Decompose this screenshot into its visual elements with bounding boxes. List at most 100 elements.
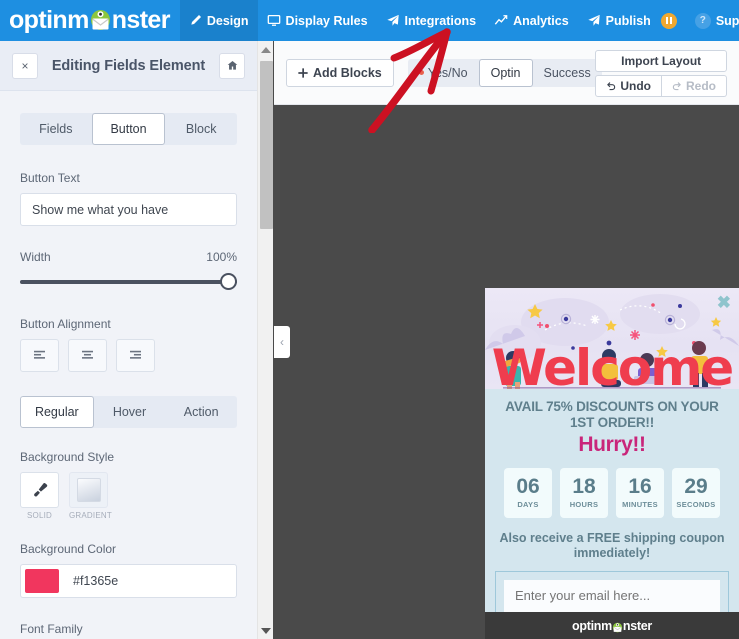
countdown-days-value: 06	[516, 475, 540, 499]
button-text-label: Button Text	[20, 171, 80, 185]
countdown-days-label: DAYS	[517, 500, 539, 510]
scrollbar-thumb[interactable]	[260, 61, 273, 229]
countdown-unit-hours: 18 HOURS	[560, 467, 608, 518]
tab-hover[interactable]: Hover	[94, 396, 166, 428]
nav-label-design: Design	[206, 13, 249, 28]
tab-success-label: Success	[543, 65, 591, 80]
sidebar-scrollbar[interactable]	[257, 41, 273, 639]
tab-regular[interactable]: Regular	[20, 396, 94, 428]
button-text-input[interactable]	[20, 193, 237, 226]
countdown-seconds-label: SECONDS	[676, 500, 716, 510]
plus-icon	[298, 67, 308, 78]
slider-track	[20, 280, 237, 284]
scroll-up-arrow-icon[interactable]	[258, 41, 274, 58]
background-color-field[interactable]: #f1365e	[20, 564, 237, 598]
slider-handle[interactable]	[220, 273, 237, 290]
monster-mascot-icon	[89, 9, 112, 32]
nav-item-support[interactable]: ? Support	[686, 0, 739, 41]
nav-label-display-rules: Display Rules	[285, 13, 368, 28]
sidebar-body: Fields Button Block Button Text Width 10…	[0, 91, 257, 636]
rocket-icon	[587, 14, 601, 27]
gradient-swatch-icon	[69, 472, 108, 508]
close-panel-button[interactable]: ×	[12, 52, 38, 79]
color-swatch[interactable]	[25, 569, 59, 593]
brand-text-prefix: optinm	[9, 6, 89, 34]
countdown-seconds-value: 29	[684, 475, 708, 499]
view-tab-group: Yes/No Optin Success	[407, 58, 602, 87]
nav-item-display-rules[interactable]: Display Rules	[258, 0, 377, 41]
editor-sidebar: × Editing Fields Element Fields Button B…	[0, 41, 257, 639]
popup-banner-image: Welcome ✖	[485, 288, 739, 389]
monitor-icon	[267, 14, 281, 27]
nav-item-publish[interactable]: Publish	[578, 0, 686, 41]
background-style-gradient-caption: GRADIENT	[69, 511, 112, 520]
app-root: optinm nster Design Display Rules Integr…	[0, 0, 739, 639]
tab-yes-no[interactable]: Yes/No	[408, 59, 479, 87]
tab-optin[interactable]: Optin	[478, 58, 533, 87]
page-title: Editing Fields Element	[51, 57, 206, 74]
nav-item-design[interactable]: Design	[179, 0, 258, 41]
optinmonster-logo[interactable]: optinm nster	[0, 0, 180, 41]
footer-brand-prefix: optinm	[572, 618, 612, 633]
width-value: 100%	[206, 250, 237, 264]
nav-label-integrations: Integrations	[404, 13, 477, 28]
button-alignment-group	[20, 339, 237, 372]
popup-preview[interactable]: Welcome ✖ AVAIL 75% DISCOUNTS ON YOUR 1S…	[485, 288, 739, 639]
add-blocks-button[interactable]: Add Blocks	[286, 58, 394, 87]
width-slider[interactable]	[20, 273, 237, 291]
toolbar-right-group: Import Layout Undo Redo	[595, 50, 727, 97]
undo-redo-group: Undo Redo	[595, 75, 727, 97]
monster-mascot-icon	[612, 620, 623, 633]
tab-fields[interactable]: Fields	[20, 113, 92, 145]
chevron-left-icon[interactable]: ‹	[274, 326, 290, 358]
home-icon[interactable]	[219, 52, 245, 79]
countdown-minutes-label: MINUTES	[622, 500, 658, 510]
popup-footer: optinm nster	[485, 612, 739, 639]
width-label: Width	[20, 250, 51, 264]
popup-subline: Also receive a FREE shipping coupon imme…	[499, 530, 725, 560]
popup-headline: AVAIL 75% DISCOUNTS ON YOUR 1ST ORDER!!	[505, 399, 719, 430]
align-right-icon[interactable]	[116, 339, 155, 372]
background-color-label: Background Color	[20, 542, 117, 556]
paper-plane-icon	[386, 14, 400, 27]
tab-optin-label: Optin	[490, 65, 521, 80]
element-tab-group: Fields Button Block	[20, 113, 237, 145]
brand-text-suffix: nster	[111, 6, 171, 34]
align-center-icon[interactable]	[68, 339, 107, 372]
paintbrush-icon	[20, 472, 59, 508]
align-left-icon[interactable]	[20, 339, 59, 372]
tab-block[interactable]: Block	[165, 113, 237, 145]
width-row-label: Width 100%	[20, 250, 237, 264]
close-x-icon[interactable]: ✖	[717, 294, 731, 311]
popup-content: AVAIL 75% DISCOUNTS ON YOUR 1ST ORDER!! …	[485, 389, 739, 561]
main-editor-area: Add Blocks Yes/No Optin Success Import L…	[274, 41, 739, 639]
undo-arrow-icon	[607, 82, 616, 91]
nav-item-integrations[interactable]: Integrations	[377, 0, 486, 41]
import-layout-button[interactable]: Import Layout	[595, 50, 727, 72]
countdown-unit-seconds: 29 SECONDS	[672, 467, 720, 518]
countdown-hours-value: 18	[572, 475, 596, 499]
nav-label-publish: Publish	[605, 13, 651, 28]
tab-action[interactable]: Action	[165, 396, 237, 428]
state-tab-group: Regular Hover Action	[20, 396, 237, 428]
background-style-solid-caption: SOLID	[26, 511, 52, 520]
nav-item-analytics[interactable]: Analytics	[485, 0, 578, 41]
redo-arrow-icon	[672, 82, 681, 91]
popup-hurry-text: Hurry!!	[578, 432, 646, 456]
scroll-down-arrow-icon[interactable]	[258, 622, 274, 639]
tab-button[interactable]: Button	[91, 113, 166, 145]
tab-success[interactable]: Success	[533, 59, 602, 87]
footer-brand-suffix: nster	[622, 618, 652, 633]
countdown-hours-label: HOURS	[569, 500, 599, 510]
redo-button[interactable]: Redo	[662, 75, 727, 97]
top-navigation-bar: optinm nster Design Display Rules Integr…	[0, 0, 739, 41]
undo-button[interactable]: Undo	[595, 75, 662, 97]
background-style-solid[interactable]: SOLID	[20, 472, 59, 520]
background-style-gradient[interactable]: GRADIENT	[69, 472, 112, 520]
canvas-toolbar: Add Blocks Yes/No Optin Success Import L…	[274, 41, 739, 105]
countdown-minutes-value: 16	[628, 475, 652, 499]
email-field[interactable]	[504, 579, 720, 612]
popup-banner-word: Welcome	[491, 339, 734, 389]
font-family-label: Font Family	[20, 622, 83, 636]
button-alignment-label: Button Alignment	[20, 317, 111, 331]
